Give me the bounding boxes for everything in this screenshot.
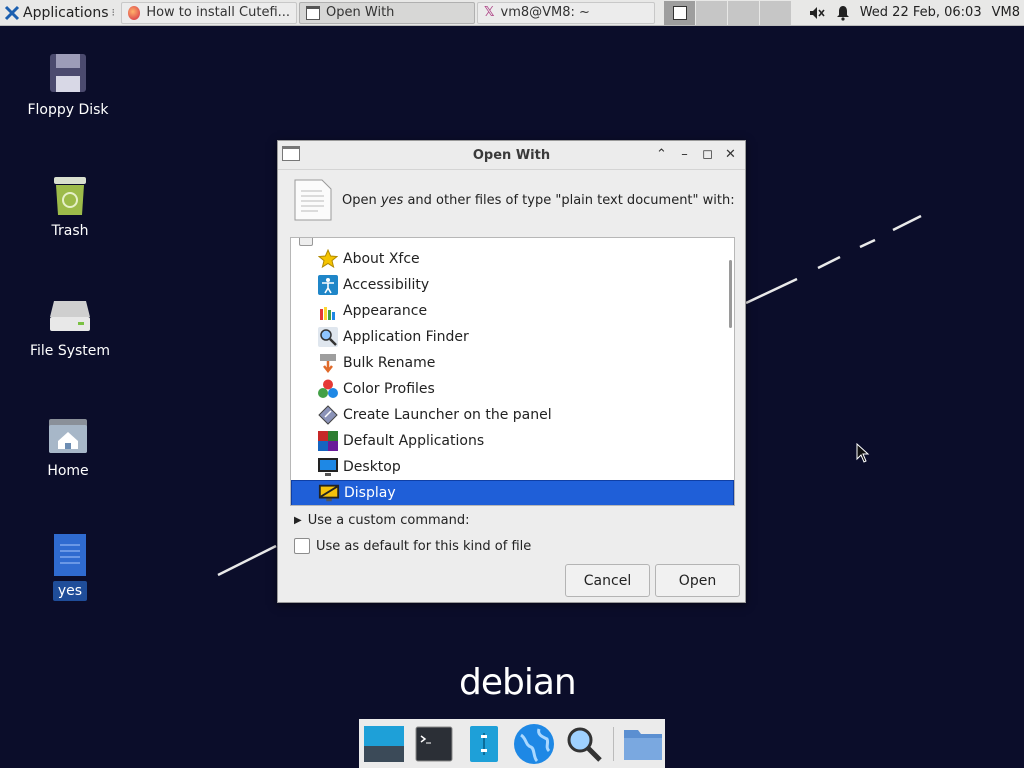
- magnifier-icon: [317, 326, 339, 348]
- app-row-about-xfce[interactable]: About Xfce: [291, 246, 734, 272]
- desktop-icon-label: Home: [47, 463, 89, 479]
- app-row-application-finder[interactable]: Application Finder: [291, 324, 734, 350]
- dialog-header: Open yes and other files of type "plain …: [294, 179, 735, 221]
- trash-icon: [48, 173, 92, 217]
- app-label: About Xfce: [343, 251, 420, 267]
- prompt-filename: yes: [380, 192, 404, 208]
- desktop-icon-label: yes: [52, 581, 88, 601]
- desktop-icon-home[interactable]: Home: [23, 413, 113, 479]
- dock-panel: [359, 719, 665, 768]
- prompt-suffix: and other files of type "plain text docu…: [403, 192, 735, 208]
- app-label: Bulk Rename: [343, 355, 436, 371]
- dialog-titlebar[interactable]: Open With ⌃ – ◻ ✕: [278, 141, 745, 170]
- app-label: Display: [344, 485, 396, 501]
- desktop-icon-floppy[interactable]: Floppy Disk: [23, 52, 113, 118]
- cancel-button[interactable]: Cancel: [565, 564, 650, 597]
- about-xfce-star-icon: [317, 248, 339, 270]
- minimize-icon[interactable]: –: [678, 147, 691, 162]
- app-label: Accessibility: [343, 277, 430, 293]
- terminal-icon[interactable]: [413, 723, 455, 765]
- app-row-accessibility[interactable]: Accessibility: [291, 272, 734, 298]
- display-icon: [318, 482, 340, 504]
- app-row-color-profiles[interactable]: Color Profiles: [291, 376, 734, 402]
- maximize-icon[interactable]: ◻: [701, 147, 714, 162]
- desktop-icon-label: File System: [29, 343, 111, 359]
- text-file-icon: [48, 533, 92, 577]
- default-apps-grid-icon: [317, 430, 339, 452]
- desktop-monitor-icon: [317, 456, 339, 478]
- prompt-prefix: Open: [342, 192, 381, 208]
- app-label: Appearance: [343, 303, 428, 319]
- desktop-icon-label: Trash: [51, 223, 89, 239]
- app-label: Desktop: [343, 459, 401, 475]
- mouse-cursor-icon: [856, 443, 870, 463]
- list-partial-row: [291, 238, 734, 246]
- launcher-diamond-icon: [317, 404, 339, 426]
- default-checkbox-label: Use as default for this kind of file: [316, 538, 532, 554]
- app-row-bulk-rename[interactable]: Bulk Rename: [291, 350, 734, 376]
- close-icon[interactable]: ✕: [724, 147, 737, 162]
- desktop-icon-filesystem[interactable]: File System: [25, 293, 115, 359]
- app-finder-icon[interactable]: [563, 723, 605, 765]
- app-row-create-launcher[interactable]: Create Launcher on the panel: [291, 402, 734, 428]
- default-checkbox-row[interactable]: Use as default for this kind of file: [294, 538, 531, 554]
- app-row-default-applications[interactable]: Default Applications: [291, 428, 734, 454]
- custom-command-expander[interactable]: ▶ Use a custom command:: [294, 513, 470, 528]
- show-desktop-icon[interactable]: [363, 723, 405, 765]
- app-row-desktop[interactable]: Desktop: [291, 454, 734, 480]
- hard-drive-icon: [48, 293, 92, 337]
- floppy-disk-icon: [46, 52, 90, 96]
- web-browser-icon[interactable]: [513, 723, 555, 765]
- bulk-rename-icon: [317, 352, 339, 374]
- color-circles-icon: [317, 378, 339, 400]
- desktop-icon-trash[interactable]: Trash: [25, 173, 115, 239]
- application-list[interactable]: About Xfce Accessibility Appearance Appl…: [290, 237, 735, 506]
- desktop-icon-yes[interactable]: yes: [25, 533, 115, 601]
- file-manager-icon[interactable]: [463, 723, 505, 765]
- dialog-prompt: Open yes and other files of type "plain …: [342, 193, 735, 208]
- expander-arrow-icon: ▶: [294, 515, 302, 526]
- desktop-icon-label: Floppy Disk: [27, 102, 109, 118]
- app-label: Application Finder: [343, 329, 469, 345]
- text-document-icon: [294, 179, 332, 221]
- list-scrollbar[interactable]: [729, 260, 732, 328]
- home-folder-icon: [46, 413, 90, 457]
- open-button[interactable]: Open: [655, 564, 740, 597]
- shade-icon[interactable]: ⌃: [655, 147, 668, 162]
- appearance-palette-icon: [317, 300, 339, 322]
- app-label: Default Applications: [343, 433, 485, 449]
- folder-icon[interactable]: [622, 723, 664, 765]
- dock-separator: [613, 726, 614, 761]
- open-with-dialog: Open With ⌃ – ◻ ✕ Open yes and other fil…: [277, 140, 746, 603]
- accessibility-icon: [317, 274, 339, 296]
- app-label: Create Launcher on the panel: [343, 407, 552, 423]
- app-label: Color Profiles: [343, 381, 435, 397]
- custom-command-label: Use a custom command:: [307, 513, 470, 528]
- app-row-display[interactable]: Display: [291, 480, 734, 505]
- debian-logo-text: debian: [459, 662, 577, 703]
- app-row-appearance[interactable]: Appearance: [291, 298, 734, 324]
- default-checkbox[interactable]: [294, 538, 310, 554]
